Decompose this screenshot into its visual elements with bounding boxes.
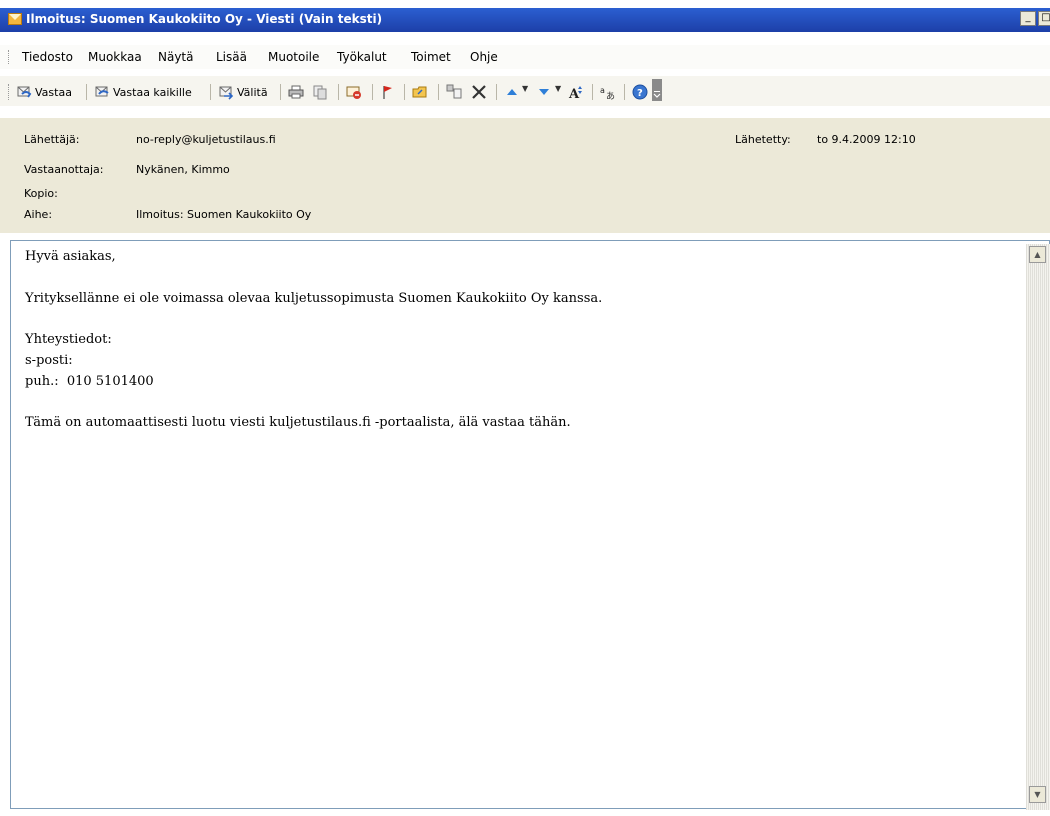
help-button[interactable]: ?: [632, 82, 648, 102]
reply-label: Vastaa: [35, 85, 72, 99]
previous-dropdown-icon[interactable]: ▼: [522, 84, 528, 93]
sent-value: to 9.4.2009 12:10: [817, 133, 916, 146]
minimize-button[interactable]: _: [1020, 11, 1036, 26]
maximize-button[interactable]: □: [1038, 11, 1050, 26]
vertical-scrollbar[interactable]: [1026, 244, 1050, 810]
separator: [210, 84, 211, 100]
up-arrow-icon: [507, 89, 517, 95]
from-value[interactable]: no-reply@kuljetustilaus.fi: [136, 133, 276, 146]
reply-all-label: Vastaa kaikille: [113, 85, 192, 99]
menu-tyokalut[interactable]: Työkalut: [337, 50, 387, 64]
previous-item-button[interactable]: [504, 82, 520, 102]
toolbar-grip[interactable]: [8, 84, 11, 100]
subject-label: Aihe:: [24, 208, 53, 221]
separator: [592, 84, 593, 100]
separator: [86, 84, 87, 100]
font-size-icon: A: [568, 86, 582, 100]
cc-label: Kopio:: [24, 187, 58, 200]
envelope-icon: [8, 13, 22, 25]
body-line: [25, 309, 602, 330]
separator: [372, 84, 373, 100]
standard-toolbar: Vastaa Vastaa kaikille Välitä ▼ ▼ A a あ …: [0, 76, 1050, 106]
menu-nayta[interactable]: Näytä: [158, 50, 194, 64]
print-button[interactable]: [288, 82, 304, 102]
delete-button[interactable]: [470, 82, 488, 102]
body-line: Hyvä asiakas,: [25, 249, 116, 264]
scroll-up-icon[interactable]: ▲: [1029, 246, 1046, 263]
message-text: Hyvä asiakas, Yrityksellänne ei ole voim…: [25, 247, 602, 434]
separator: [624, 84, 625, 100]
encoding-button[interactable]: aあ: [600, 82, 616, 102]
svg-text:あ: あ: [606, 91, 615, 100]
follow-up-button[interactable]: [380, 82, 396, 102]
junk-mail-icon: [346, 86, 361, 99]
message-window: Ilmoitus: Suomen Kaukokiito Oy - Viesti …: [0, 0, 1050, 816]
font-size-button[interactable]: A: [568, 82, 584, 102]
menubar-grip[interactable]: [8, 50, 11, 64]
menu-tiedosto[interactable]: Tiedosto: [22, 50, 73, 64]
forward-icon: [219, 86, 234, 100]
categorize-icon: [446, 84, 462, 99]
message-header: Lähettäjä: no-reply@kuljetustilaus.fi Lä…: [0, 118, 1050, 233]
folder-icon: [412, 86, 427, 98]
subject-value: Ilmoitus: Suomen Kaukokiito Oy: [136, 208, 312, 221]
reply-all-icon: [95, 86, 109, 97]
reply-button[interactable]: Vastaa: [16, 82, 72, 102]
copy-button[interactable]: [312, 82, 328, 102]
separator: [280, 84, 281, 100]
menu-bar: Tiedosto Muokkaa Näytä Lisää Muotoile Ty…: [0, 45, 1050, 69]
separator: [338, 84, 339, 100]
forward-label: Välitä: [237, 85, 268, 99]
down-arrow-icon: [539, 89, 549, 95]
categorize-button[interactable]: [446, 82, 462, 102]
body-line: Tämä on automaattisesti luotu viesti kul…: [25, 415, 571, 431]
body-line: [25, 268, 602, 289]
body-line: Yrityksellänne ei ole voimassa olevaa ku…: [25, 290, 603, 306]
next-dropdown-icon[interactable]: ▼: [555, 84, 561, 93]
message-body[interactable]: Hyvä asiakas, Yrityksellänne ei ole voim…: [10, 240, 1050, 809]
reply-all-button[interactable]: Vastaa kaikille: [94, 82, 192, 102]
menu-ohje[interactable]: Ohje: [470, 50, 498, 64]
body-line: puh.: 010 5101400: [25, 373, 154, 389]
toolbar-options-icon: [652, 79, 662, 101]
junk-button[interactable]: [346, 82, 362, 102]
separator: [404, 84, 405, 100]
help-icon: ?: [632, 84, 648, 100]
menu-toimet[interactable]: Toimet: [411, 50, 451, 64]
encoding-icon: aあ: [600, 86, 615, 100]
menu-muotoile[interactable]: Muotoile: [268, 50, 319, 64]
reply-icon: [17, 86, 32, 98]
to-label: Vastaanottaja:: [24, 163, 104, 176]
printer-icon: [288, 85, 304, 99]
separator: [496, 84, 497, 100]
body-line: [25, 393, 602, 414]
move-to-folder-button[interactable]: [412, 82, 428, 102]
svg-text:a: a: [600, 86, 605, 95]
next-item-button[interactable]: [536, 82, 552, 102]
window-controls: _ □ ✕: [1020, 11, 1050, 26]
separator: [438, 84, 439, 100]
to-value[interactable]: Nykänen, Kimmo: [136, 163, 230, 176]
delete-icon: [472, 85, 486, 99]
body-line: s-posti:: [25, 352, 73, 368]
menu-muokkaa[interactable]: Muokkaa: [88, 50, 142, 64]
flag-icon: [383, 86, 392, 99]
forward-button[interactable]: Välitä: [218, 82, 268, 102]
copy-icon: [313, 85, 327, 100]
toolbar-options-button[interactable]: [652, 79, 662, 101]
svg-text:?: ?: [637, 88, 643, 99]
sent-label: Lähetetty:: [735, 133, 791, 146]
menu-lisaa[interactable]: Lisää: [216, 50, 247, 64]
scroll-down-icon[interactable]: ▼: [1029, 786, 1046, 803]
title-bar[interactable]: Ilmoitus: Suomen Kaukokiito Oy - Viesti …: [0, 8, 1050, 32]
body-line: Yhteystiedot:: [25, 332, 112, 348]
window-title: Ilmoitus: Suomen Kaukokiito Oy - Viesti …: [26, 12, 383, 26]
from-label: Lähettäjä:: [24, 133, 80, 146]
